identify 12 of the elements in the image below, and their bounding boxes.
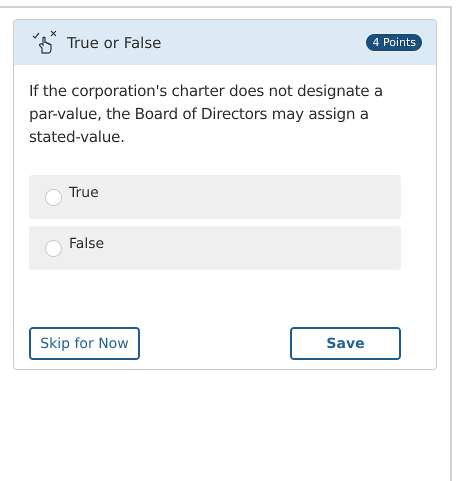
- points-badge: 4 Points: [366, 34, 422, 51]
- radio-button[interactable]: [45, 240, 62, 256]
- save-button[interactable]: Save: [290, 327, 401, 360]
- skip-button[interactable]: Skip for Now: [29, 327, 140, 360]
- option-label: True: [69, 185, 99, 201]
- radio-button[interactable]: [45, 188, 62, 206]
- answer-option[interactable]: False: [29, 226, 401, 270]
- answer-option[interactable]: True: [29, 175, 401, 219]
- question-text: If the corporation's charter does not designate a par-value, the Board of Directors may assign a stated-value.: [29, 81, 384, 148]
- hand-tick-cross-icon: [31, 30, 59, 56]
- question-type: True or False: [67, 34, 162, 52]
- option-label: False: [69, 236, 104, 252]
